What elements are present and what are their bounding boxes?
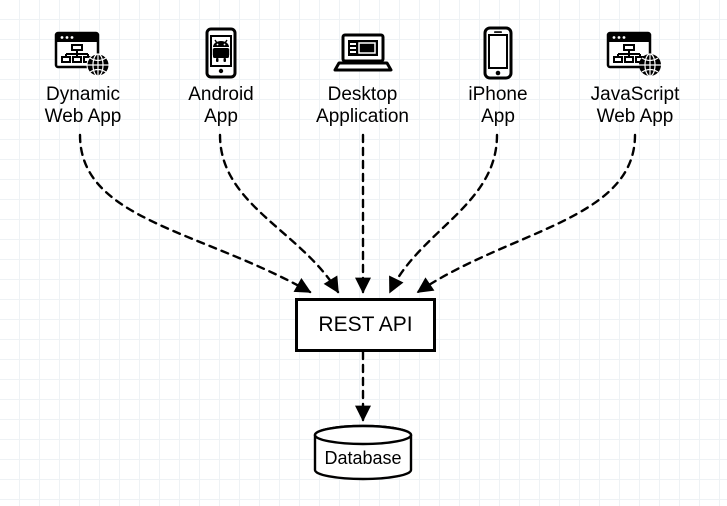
connector-arrows <box>0 0 727 506</box>
